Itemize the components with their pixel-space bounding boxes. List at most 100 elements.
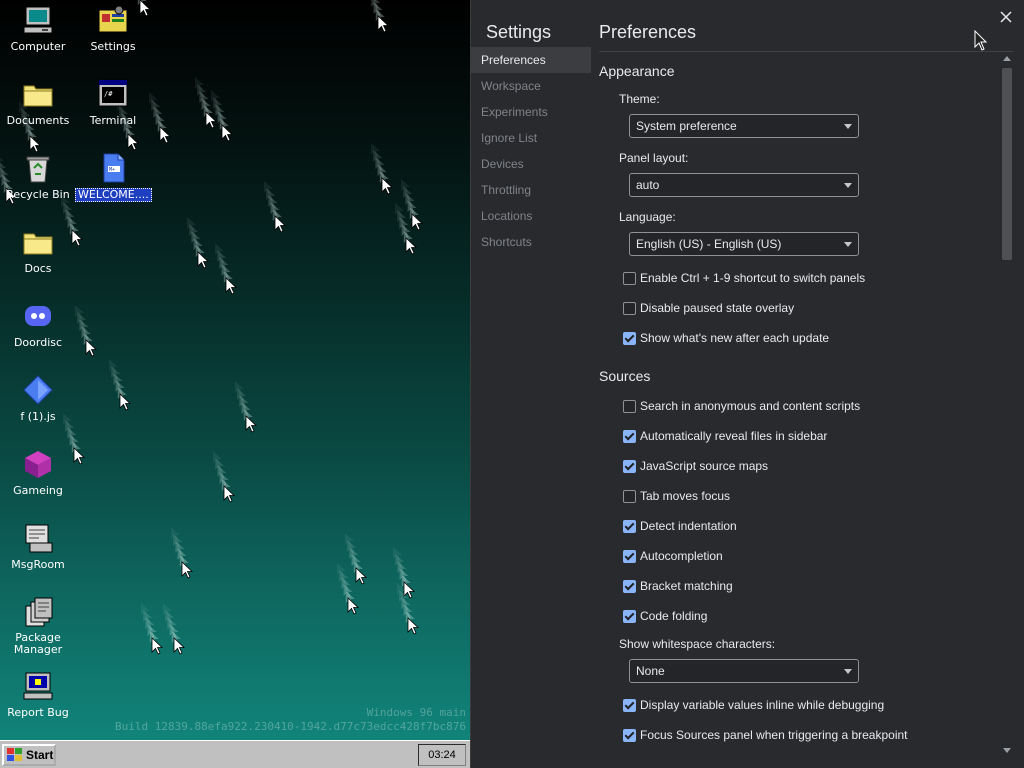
checkbox[interactable] (623, 271, 636, 285)
language-select[interactable]: English (US) - English (US) (629, 232, 859, 256)
svg-text:M+: M+ (109, 167, 115, 173)
checkbox-row-focus-sources[interactable]: Focus Sources panel when triggering a br… (623, 727, 908, 743)
checkbox-row-ctrl-shortcut[interactable]: Enable Ctrl + 1-9 shortcut to switch pan… (623, 270, 865, 286)
checkbox[interactable] (623, 331, 636, 345)
nav-throttling[interactable]: Throttling (471, 177, 591, 203)
desktop-icon-label: Docs (24, 262, 52, 275)
js-file-icon (22, 374, 54, 406)
checkbox-label: Enable Ctrl + 1-9 shortcut to switch pan… (640, 271, 866, 285)
checkbox-label: Display variable values inline while deb… (640, 698, 885, 712)
desktop-icon-label: Doordisc (13, 336, 63, 349)
desktop-icon-welcome[interactable]: M+ WELCOME.... (75, 152, 152, 202)
start-logo-icon (7, 748, 22, 761)
checkbox-row-reveal-files[interactable]: Automatically reveal files in sidebar (623, 428, 827, 444)
checkbox-label: Search in anonymous and content scripts (640, 399, 861, 413)
desktop-icon-label: Settings (90, 40, 136, 53)
folder-icon (22, 78, 54, 110)
panel-layout-label: Panel layout: (619, 151, 689, 165)
checkbox[interactable] (623, 301, 636, 315)
content-title: Preferences (599, 22, 697, 42)
desktop-icon-msgroom[interactable]: MsgRoom (0, 522, 76, 571)
cube-icon (22, 448, 54, 480)
vertical-scrollbar[interactable] (1000, 56, 1014, 758)
scroll-down-arrow-icon[interactable] (1003, 748, 1011, 753)
desktop-icon-settings[interactable]: Settings (75, 4, 151, 53)
checkbox[interactable] (623, 579, 636, 593)
desktop-icon-gameing[interactable]: Gameing (0, 448, 76, 497)
nav-preferences[interactable]: Preferences (471, 47, 591, 73)
checkbox[interactable] (623, 728, 636, 742)
desktop-icon-label: Gameing (13, 484, 63, 497)
desktop-icon-doordisc[interactable]: Doordisc (0, 300, 76, 349)
start-button[interactable]: Start (2, 744, 56, 766)
desktop-icon-terminal[interactable]: /# Terminal (75, 78, 151, 127)
checkbox-label: Disable paused state overlay (640, 301, 795, 315)
desktop: Computer Settings Documents /# Terminal … (0, 0, 470, 740)
checkbox[interactable] (623, 399, 636, 413)
recycle-bin-icon (22, 152, 54, 184)
checkbox-row-anonymous-scripts[interactable]: Search in anonymous and content scripts (623, 398, 860, 414)
desktop-icon-f1-js[interactable]: f (1).js (0, 374, 76, 423)
whitespace-select-value: None (636, 664, 665, 678)
checkbox-row-bracket-matching[interactable]: Bracket matching (623, 578, 733, 594)
folder-icon (22, 226, 54, 258)
package-manager-icon (22, 596, 54, 628)
desktop-icon-recycle-bin[interactable]: Recycle Bin (0, 152, 76, 201)
checkbox[interactable] (623, 459, 636, 473)
desktop-icon-label: Documents (6, 114, 70, 127)
desktop-icon-package-manager[interactable]: Package Manager (0, 596, 76, 656)
checkbox-row-paused-overlay[interactable]: Disable paused state overlay (623, 300, 794, 316)
checkbox[interactable] (623, 519, 636, 533)
desktop-icon-computer[interactable]: Computer (0, 4, 76, 53)
checkbox-row-detect-indentation[interactable]: Detect indentation (623, 518, 737, 534)
settings-panel: Settings Preferences Workspace Experimen… (470, 0, 1024, 768)
settings-title: Settings (486, 22, 552, 42)
checkbox-row-code-folding[interactable]: Code folding (623, 608, 707, 624)
desktop-icon-label: WELCOME.... (75, 188, 152, 202)
desktop-icon-documents[interactable]: Documents (0, 78, 76, 127)
nav-locations[interactable]: Locations (471, 203, 591, 229)
theme-label: Theme: (619, 92, 660, 106)
report-bug-icon (22, 670, 54, 702)
whitespace-select[interactable]: None (629, 659, 859, 683)
checkbox-row-inline-values[interactable]: Display variable values inline while deb… (623, 697, 884, 713)
nav-experiments[interactable]: Experiments (471, 99, 591, 125)
checkbox-label: Automatically reveal files in sidebar (640, 429, 828, 443)
checkbox[interactable] (623, 549, 636, 563)
checkbox-row-autocompletion[interactable]: Autocompletion (623, 548, 723, 564)
desktop-icon-label: Package Manager (13, 631, 63, 656)
theme-select[interactable]: System preference (629, 114, 859, 138)
nav-ignore-list[interactable]: Ignore List (471, 125, 591, 151)
nav-devices[interactable]: Devices (471, 151, 591, 177)
language-label: Language: (619, 210, 676, 224)
checkbox[interactable] (623, 609, 636, 623)
panel-layout-select-value: auto (636, 178, 660, 192)
checkbox[interactable] (623, 429, 636, 443)
desktop-icon-report-bug[interactable]: Report Bug (0, 670, 76, 719)
desktop-icon-label: f (1).js (20, 410, 56, 423)
settings-nav: Preferences Workspace Experiments Ignore… (471, 47, 591, 255)
chevron-down-icon (844, 124, 852, 129)
nav-workspace[interactable]: Workspace (471, 73, 591, 99)
nav-shortcuts[interactable]: Shortcuts (471, 229, 591, 255)
checkbox[interactable] (623, 489, 636, 503)
checkbox-label: Code folding (640, 609, 708, 623)
panel-layout-select[interactable]: auto (629, 173, 859, 197)
start-label: Start (26, 748, 54, 762)
section-appearance: Appearance (599, 63, 675, 79)
desktop-icon-label: MsgRoom (11, 558, 65, 571)
chevron-down-icon (844, 183, 852, 188)
content-divider (599, 51, 1013, 52)
checkbox-row-tab-focus[interactable]: Tab moves focus (623, 488, 730, 504)
scroll-up-arrow-icon[interactable] (1003, 56, 1011, 61)
settings-icon (97, 4, 129, 36)
checkbox-label: Detect indentation (640, 519, 737, 533)
scrollbar-thumb[interactable] (1002, 68, 1012, 260)
desktop-icon-docs[interactable]: Docs (0, 226, 76, 275)
checkbox-row-whats-new[interactable]: Show what's new after each update (623, 330, 829, 346)
checkbox[interactable] (623, 698, 636, 712)
desktop-icon-label: Recycle Bin (6, 188, 70, 201)
checkbox-row-source-maps[interactable]: JavaScript source maps (623, 458, 768, 474)
checkbox-label: JavaScript source maps (640, 459, 769, 473)
terminal-icon: /# (97, 78, 129, 110)
